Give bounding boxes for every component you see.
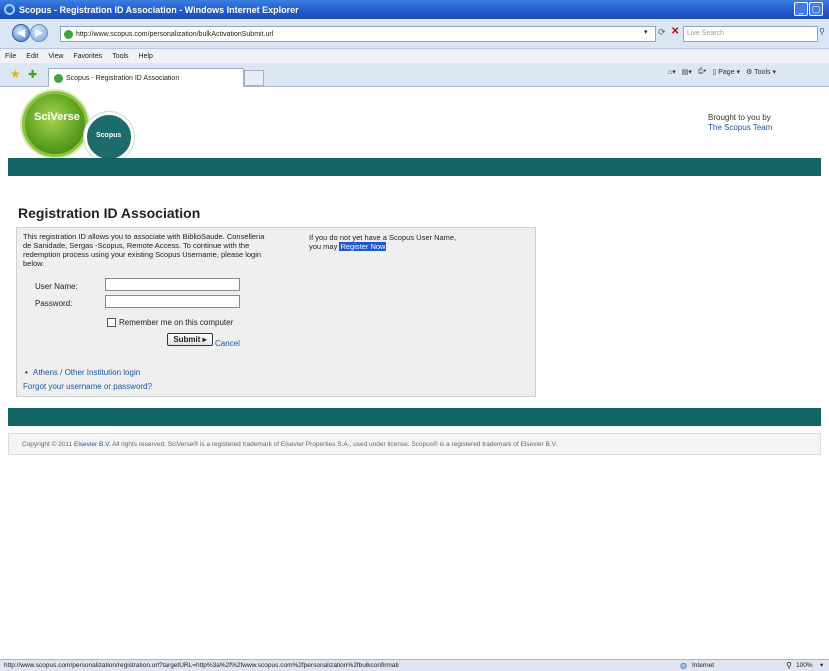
tools-menu[interactable]: ⚙ Tools ▾: [746, 68, 776, 76]
add-favorites-icon[interactable]: ✚: [28, 68, 37, 81]
elsevier-link[interactable]: Elsevier B.V.: [74, 441, 111, 448]
feeds-icon[interactable]: ▤▾: [682, 68, 692, 76]
athens-login-link[interactable]: Athens / Other Institution login: [33, 368, 140, 377]
menu-tools[interactable]: Tools: [112, 53, 128, 60]
search-input[interactable]: Live Search: [683, 26, 818, 42]
menu-file[interactable]: File: [5, 53, 16, 60]
username-label: User Name:: [35, 282, 78, 291]
home-icon[interactable]: ⌂▾: [668, 68, 676, 76]
zone-label: Internet: [692, 662, 715, 669]
zoom-level[interactable]: 100%: [796, 662, 813, 669]
bullet-icon: •: [25, 368, 28, 377]
copyright-post: All rights reserved. SciVerse® is a regi…: [112, 441, 558, 448]
register-note-line1: If you do not yet have a Scopus User Nam…: [309, 233, 457, 242]
address-url: http://www.scopus.com/personalization/bu…: [76, 30, 274, 38]
back-button[interactable]: ◀: [12, 24, 30, 42]
cancel-link[interactable]: Cancel: [215, 339, 240, 348]
brought-label: Brought to you by: [708, 113, 771, 122]
password-label: Password:: [35, 299, 73, 308]
header-bar: [8, 158, 821, 176]
ie-logo-icon: [4, 4, 15, 15]
command-bar: ⌂▾ ▤▾ ⎙▾ ▯ Page ▾ ⚙ Tools ▾: [668, 68, 776, 76]
window-title: Scopus - Registration ID Association - W…: [19, 4, 299, 15]
scopus-logo-text: Scopus: [96, 132, 122, 139]
address-toolbar: ◀ ▶ http://www.scopus.com/personalizatio…: [0, 19, 829, 49]
password-input[interactable]: [105, 295, 240, 308]
page-menu[interactable]: ▯ Page ▾: [712, 68, 740, 76]
window-titlebar: Scopus - Registration ID Association - W…: [0, 0, 829, 19]
dropdown-arrow-icon[interactable]: ▾: [644, 28, 648, 36]
address-input[interactable]: http://www.scopus.com/personalization/bu…: [60, 26, 656, 42]
sciverse-logo-text: SciVerse: [34, 111, 80, 123]
tab-label: Scopus - Registration ID Association: [66, 74, 180, 82]
refresh-icon[interactable]: ⟳: [658, 27, 666, 38]
tab-active[interactable]: Scopus - Registration ID Association: [48, 68, 244, 87]
brought-to-you: Brought to you by The Scopus Team: [708, 113, 772, 133]
menu-view[interactable]: View: [48, 53, 63, 60]
tools-menu-label: Tools: [754, 69, 771, 76]
new-tab-button[interactable]: [244, 70, 264, 86]
forward-button[interactable]: ▶: [30, 24, 48, 42]
footer-bar: [8, 408, 821, 426]
internet-zone-icon: ◍: [680, 661, 687, 670]
copyright-pre: Copyright © 2011: [22, 441, 73, 448]
page-title: Registration ID Association: [18, 205, 201, 221]
menu-bar: File Edit View Favorites Tools Help: [0, 49, 829, 63]
register-now-link[interactable]: Register Now: [339, 242, 387, 251]
menu-favorites[interactable]: Favorites: [73, 53, 102, 60]
sciverse-logo[interactable]: SciVerse: [22, 91, 88, 157]
register-note-line2: you may: [309, 242, 338, 251]
minimize-button[interactable]: _: [794, 2, 808, 16]
scopus-team-link[interactable]: The Scopus Team: [708, 123, 772, 133]
favorites-star-icon[interactable]: ★: [10, 67, 21, 81]
page-menu-label: Page: [718, 69, 735, 76]
intro-text: This registration ID allows you to assoc…: [23, 232, 265, 268]
scopus-logo[interactable]: Scopus: [84, 112, 134, 162]
remember-checkbox[interactable]: [107, 318, 116, 327]
forgot-credentials-link[interactable]: Forgot your username or password?: [23, 382, 152, 391]
username-input[interactable]: [105, 278, 240, 291]
zoom-dropdown-icon[interactable]: ▾: [820, 661, 823, 669]
submit-button[interactable]: Submit ▸: [167, 333, 213, 346]
maximize-button[interactable]: ▢: [809, 2, 823, 16]
submit-label: Submit: [173, 335, 201, 344]
print-icon[interactable]: ⎙▾: [698, 68, 707, 76]
status-url: http://www.scopus.com/personalization/re…: [4, 662, 399, 669]
page-globe-icon: [64, 29, 73, 39]
stop-icon[interactable]: ✕: [671, 26, 679, 37]
copyright-footer: Copyright © 2011 Elsevier B.V. All right…: [8, 433, 821, 455]
search-icon[interactable]: ⚲: [819, 27, 825, 36]
zoom-icon[interactable]: ⚲: [786, 661, 792, 670]
menu-edit[interactable]: Edit: [26, 53, 38, 60]
remember-label: Remember me on this computer: [119, 318, 234, 327]
register-note: If you do not yet have a Scopus User Nam…: [309, 233, 509, 251]
tab-favicon-icon: [54, 73, 63, 83]
status-bar: http://www.scopus.com/personalization/re…: [0, 659, 829, 671]
menu-help[interactable]: Help: [139, 53, 153, 60]
